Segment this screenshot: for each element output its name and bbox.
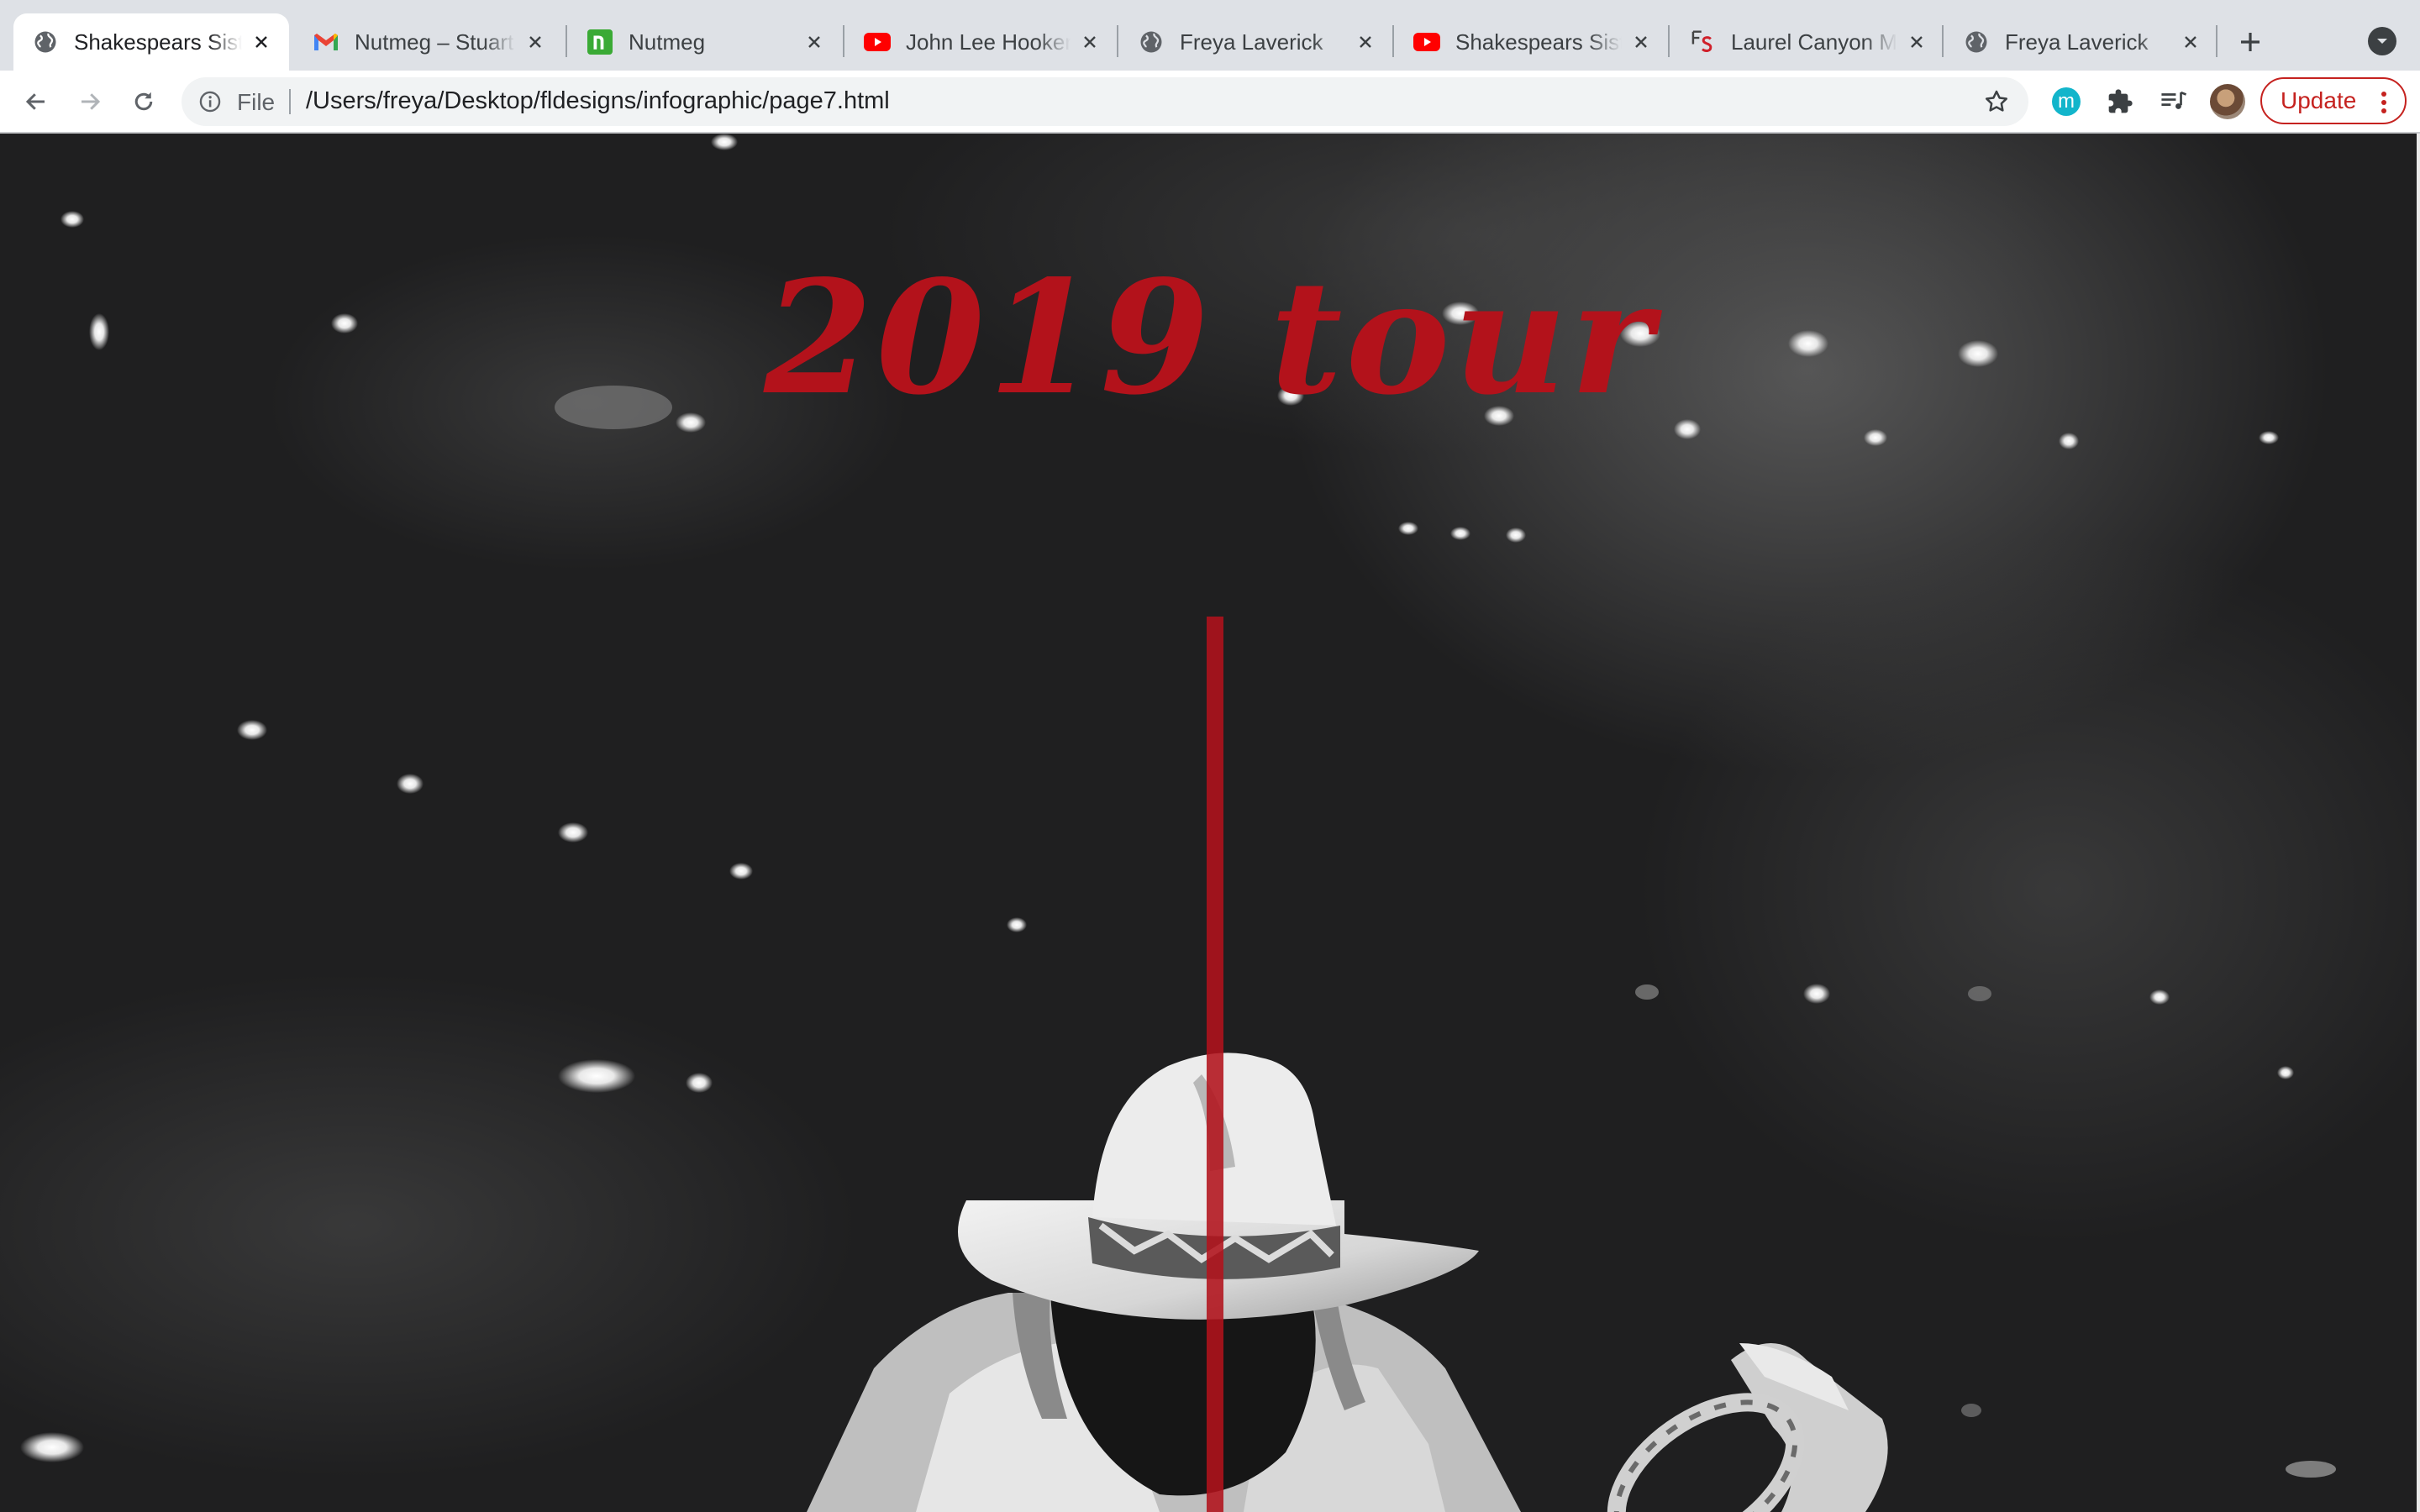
tab-divider xyxy=(1117,25,1118,57)
globe-icon xyxy=(32,29,59,55)
tab-title: Shakespears Sister xyxy=(74,29,242,55)
info-icon[interactable] xyxy=(197,88,224,115)
close-icon[interactable] xyxy=(802,29,827,55)
tab-nutmeg[interactable]: Nutmeg xyxy=(568,13,842,71)
more-vertical-icon xyxy=(2381,92,2386,113)
tab-nutmeg-mail[interactable]: Nutmeg – Stuart mail xyxy=(294,13,563,71)
youtube-icon xyxy=(864,29,891,55)
nutmeg-icon xyxy=(587,29,613,55)
forward-button[interactable] xyxy=(69,81,111,123)
playlist-music-icon xyxy=(2161,91,2187,109)
tab-title: Laurel Canyon Maps xyxy=(1731,29,1897,55)
chevron-down-icon xyxy=(2377,39,2387,44)
tab-divider xyxy=(1392,25,1394,57)
tab-freya-laverick-2[interactable]: Freya Laverick xyxy=(1944,13,2218,71)
profile-avatar[interactable] xyxy=(2210,84,2245,119)
page-edge xyxy=(2417,134,2420,1512)
close-icon[interactable] xyxy=(1628,29,1654,55)
tab-title: Freya Laverick xyxy=(2005,29,2149,55)
page-title: 2019 tour xyxy=(764,245,1656,429)
url-text[interactable]: /Users/freya/Desktop/fldesigns/infograph… xyxy=(306,87,890,115)
tab-title: Nutmeg xyxy=(629,29,706,55)
globe-icon xyxy=(1138,29,1165,55)
omnibox-divider xyxy=(289,89,291,114)
update-button[interactable]: Update xyxy=(2260,77,2407,124)
arrow-right-icon xyxy=(82,93,101,110)
extensions-button[interactable] xyxy=(2099,81,2141,123)
tab-john-lee-hooker[interactable]: John Lee Hooker xyxy=(845,13,1118,71)
tab-divider xyxy=(2216,25,2217,57)
timeline-line xyxy=(1207,617,1223,1512)
bookmark-star-icon[interactable] xyxy=(1981,87,2012,117)
close-icon[interactable] xyxy=(523,29,548,55)
extension-m-icon[interactable]: m xyxy=(2052,87,2081,116)
media-controls-button[interactable] xyxy=(2153,81,2195,123)
tab-title: Shakespears Sister xyxy=(1455,29,1622,55)
tab-divider xyxy=(843,25,844,57)
tab-laurel-canyon[interactable]: Laurel Canyon Maps xyxy=(1670,13,1944,71)
address-bar[interactable]: File /Users/freya/Desktop/fldesigns/info… xyxy=(182,77,2028,126)
update-label: Update xyxy=(2281,87,2357,113)
tab-divider xyxy=(566,25,567,57)
tab-strip: Shakespears Sister Nutmeg – Stuart mail … xyxy=(0,0,2420,71)
tab-title: Freya Laverick xyxy=(1180,29,1323,55)
arrow-left-icon xyxy=(25,93,45,110)
new-tab-button[interactable] xyxy=(2230,22,2270,62)
close-icon[interactable] xyxy=(1077,29,1102,55)
tab-search-button[interactable] xyxy=(2368,27,2396,55)
plus-icon xyxy=(2241,33,2260,51)
browser-toolbar: File /Users/freya/Desktop/fldesigns/info… xyxy=(0,71,2420,133)
gmail-icon xyxy=(313,29,339,55)
tab-shakespears-sister-youtube[interactable]: Shakespears Sister xyxy=(1395,13,1669,71)
fs-logo-icon xyxy=(1689,29,1716,55)
tab-divider xyxy=(1942,25,1944,57)
close-icon[interactable] xyxy=(1353,29,1378,55)
tab-shakespears-sister[interactable]: Shakespears Sister xyxy=(13,13,289,71)
tab-freya-laverick[interactable]: Freya Laverick xyxy=(1119,13,1393,71)
close-icon[interactable] xyxy=(2178,29,2203,55)
back-button[interactable] xyxy=(15,81,57,123)
tab-title: Nutmeg – Stuart mail xyxy=(355,29,516,55)
page-viewport: 2019 tour xyxy=(0,134,2420,1512)
reload-button[interactable] xyxy=(123,81,165,123)
tab-divider xyxy=(1668,25,1670,57)
reload-icon xyxy=(134,92,153,111)
tab-title: John Lee Hooker xyxy=(906,29,1071,55)
puzzle-icon xyxy=(2108,89,2133,113)
close-icon[interactable] xyxy=(249,29,274,55)
close-icon[interactable] xyxy=(1904,29,1929,55)
url-scheme-label: File xyxy=(237,89,276,115)
youtube-icon xyxy=(1413,29,1440,55)
globe-icon xyxy=(1963,29,1990,55)
